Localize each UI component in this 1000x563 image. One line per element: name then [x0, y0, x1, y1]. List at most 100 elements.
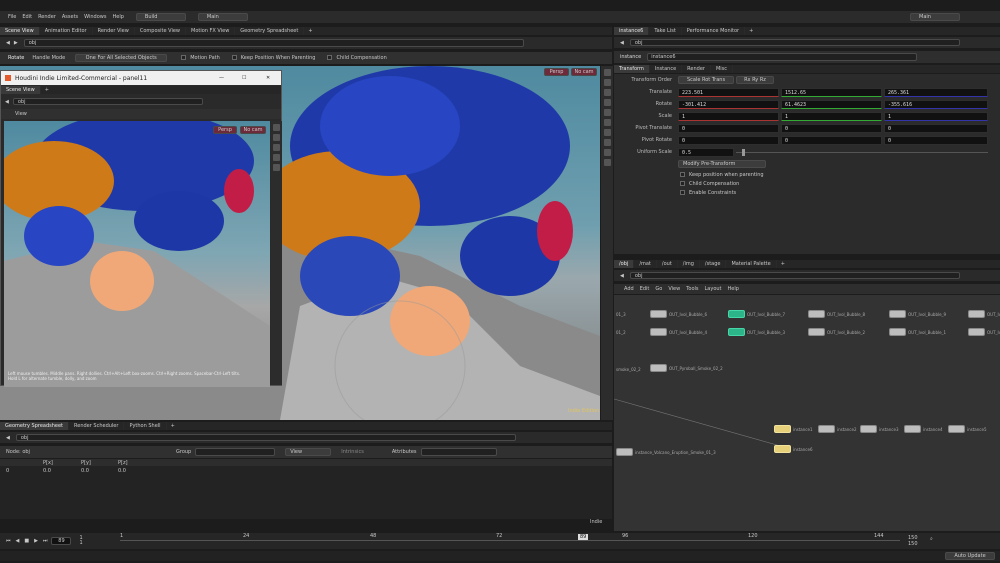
network-node[interactable] [774, 425, 791, 433]
net-menu-go[interactable]: Go [655, 286, 662, 292]
tab-transform[interactable]: Transform [614, 65, 650, 73]
menu-assets[interactable]: Assets [62, 14, 78, 20]
network-node[interactable] [818, 425, 835, 433]
tab-obj[interactable]: /obj [614, 260, 635, 268]
network-node[interactable] [650, 328, 667, 336]
tab-python-shell[interactable]: Python Shell [124, 422, 167, 430]
tab-composite-view[interactable]: Composite View [135, 27, 186, 35]
rotate-y[interactable]: 61.4623 [781, 100, 882, 109]
rotate-z[interactable]: -355.616 [884, 100, 988, 109]
param-back-icon[interactable]: ◀ [620, 40, 624, 46]
network-node[interactable] [616, 448, 633, 456]
camera-icon[interactable] [603, 139, 611, 146]
node-name-field[interactable]: instance6 [647, 53, 918, 61]
tab-instance[interactable]: Instance [650, 65, 683, 73]
translate-x[interactable]: 223.501 [678, 88, 779, 97]
pivot-rotate-x[interactable]: 0 [678, 136, 779, 145]
rotate-x[interactable]: -301.412 [678, 100, 779, 109]
float-back-icon[interactable]: ◀ [5, 99, 9, 105]
float-snap-icon[interactable] [273, 134, 280, 141]
order-select[interactable]: Scale Rot Trans [678, 76, 734, 84]
network-node[interactable] [904, 425, 921, 433]
right-desktop-select[interactable]: Main [910, 13, 960, 21]
menu-render[interactable]: Render [38, 14, 56, 20]
prev-frame-icon[interactable]: ◀ [16, 538, 20, 544]
last-frame-icon[interactable]: ⏭ [43, 538, 48, 544]
keep-position-checkbox[interactable] [680, 172, 685, 177]
tab-instance6[interactable]: instance6 [614, 27, 650, 35]
param-path-field[interactable]: obj [629, 39, 960, 46]
network-node[interactable] [860, 425, 877, 433]
maximize-icon[interactable]: ☐ [242, 75, 246, 81]
view-select[interactable]: View [285, 448, 332, 456]
param-add-tab-icon[interactable]: + [749, 28, 753, 34]
tab-scene-view[interactable]: Scene View [0, 27, 40, 35]
minimize-icon[interactable]: — [219, 75, 224, 81]
network-node[interactable] [948, 425, 965, 433]
tab-render[interactable]: Render [682, 65, 711, 73]
tab-mat[interactable]: /mat [634, 260, 657, 268]
child-compensation-checkbox[interactable] [680, 181, 685, 186]
pivot-translate-x[interactable]: 0 [678, 124, 779, 133]
tab-animation-editor[interactable]: Animation Editor [40, 27, 93, 35]
float-persp-menu[interactable]: Persp [213, 126, 237, 134]
persp-menu[interactable]: Persp [544, 68, 569, 76]
float-viewport[interactable]: Persp No cam Left mouse tumbles. Middle … [4, 121, 270, 387]
pivot-translate-y[interactable]: 0 [781, 124, 882, 133]
rotation-order-select[interactable]: Rx Ry Rz [736, 76, 774, 84]
float-tab-scene-view[interactable]: Scene View [1, 86, 41, 94]
network-node[interactable] [650, 310, 667, 318]
net-back-icon[interactable]: ◀ [620, 273, 624, 279]
motion-path-toggle[interactable]: Motion Path [181, 55, 220, 61]
child-compensation-option[interactable]: Child Compensation [680, 181, 739, 187]
tab-performance-monitor[interactable]: Performance Monitor [682, 27, 746, 35]
tab-misc[interactable]: Misc [711, 65, 734, 73]
network-node[interactable] [808, 328, 825, 336]
uniform-scale-slider[interactable] [736, 152, 988, 153]
network-node[interactable] [968, 328, 985, 336]
bottom-add-tab-icon[interactable]: + [171, 423, 175, 429]
network-node[interactable] [774, 445, 791, 453]
pretransform-menu[interactable]: Modify Pre-Transform [678, 160, 766, 168]
first-frame-icon[interactable]: ⏮ [6, 538, 11, 544]
slider-handle[interactable] [742, 149, 745, 156]
display-icon[interactable] [603, 69, 611, 76]
tab-geometry-spreadsheet[interactable]: Geometry Spreadsheet [235, 27, 305, 35]
objects-select[interactable]: One For All Selected Objects [75, 54, 168, 62]
desktop-select[interactable]: Build [135, 13, 186, 21]
net-menu-edit[interactable]: Edit [640, 286, 650, 292]
grid-icon[interactable] [603, 129, 611, 136]
tab-img[interactable]: /img [678, 260, 700, 268]
float-view-label[interactable]: View [15, 111, 27, 117]
intrinsics-label[interactable]: Intrinsics [341, 449, 364, 455]
path-field[interactable]: obj [23, 39, 524, 47]
auto-update-select[interactable]: Auto Update [945, 552, 995, 560]
handle-icon[interactable] [603, 149, 611, 156]
start-frame[interactable]: 11 [79, 536, 82, 546]
network-node[interactable] [808, 310, 825, 318]
pivot-rotate-y[interactable]: 0 [781, 136, 882, 145]
net-menu-layout[interactable]: Layout [705, 286, 722, 292]
tab-render-scheduler[interactable]: Render Scheduler [69, 422, 125, 430]
uniform-scale-field[interactable]: 0.5 [678, 148, 734, 157]
keys-icon[interactable]: ⌕ [930, 536, 933, 542]
float-add-tab-icon[interactable]: + [45, 87, 49, 93]
playhead[interactable]: 89 [578, 534, 589, 540]
keep-position-check[interactable] [231, 55, 237, 60]
timeline-track[interactable] [120, 540, 900, 541]
back-icon[interactable]: ◀ [6, 40, 10, 46]
net-add-tab-icon[interactable]: + [781, 261, 785, 267]
network-node[interactable] [889, 310, 906, 318]
menu-edit[interactable]: Edit [22, 14, 32, 20]
pivot-rotate-z[interactable]: 0 [884, 136, 988, 145]
tab-stage[interactable]: /stage [700, 260, 727, 268]
handle-mode[interactable]: Handle Mode [32, 55, 65, 61]
float-display-icon[interactable] [273, 124, 280, 131]
tab-out[interactable]: /out [657, 260, 678, 268]
stop-icon[interactable]: ■ [24, 538, 29, 544]
ghost-icon[interactable] [603, 119, 611, 126]
tab-motion-fx-view[interactable]: Motion FX View [186, 27, 236, 35]
tab-material-palette[interactable]: Material Palette [726, 260, 777, 268]
tab-geo-spreadsheet[interactable]: Geometry Spreadsheet [0, 422, 70, 430]
float-path-field[interactable]: obj [12, 98, 203, 105]
